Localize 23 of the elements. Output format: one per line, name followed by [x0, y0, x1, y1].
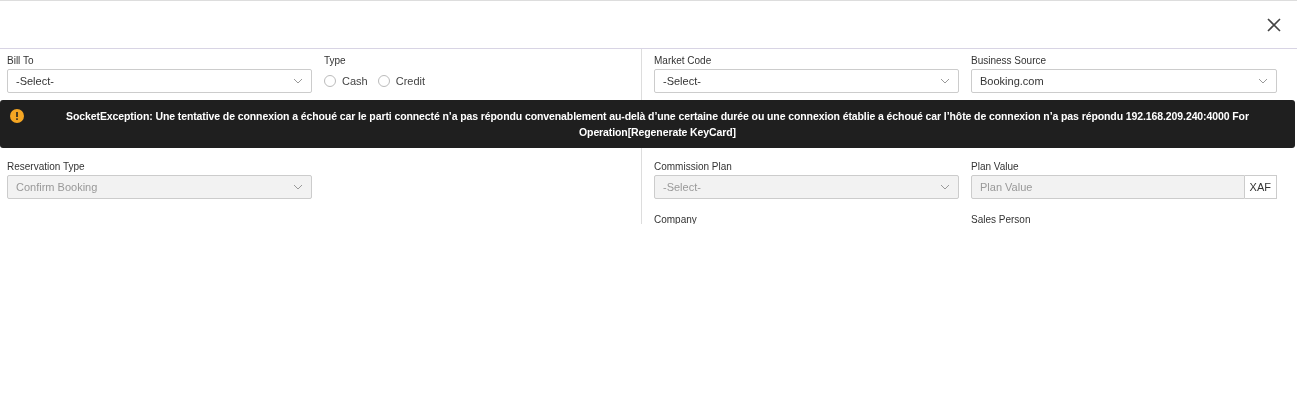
warning-icon — [10, 109, 24, 123]
currency-addon: XAF — [1244, 175, 1277, 199]
field-label: Company — [654, 213, 697, 224]
field-label: Reservation Type — [7, 160, 85, 172]
chevron-down-icon — [293, 78, 303, 84]
field-label: Business Source — [971, 54, 1047, 66]
select-field[interactable]: -Select- — [7, 69, 312, 93]
field-label: Market Code — [654, 54, 712, 66]
radio-option[interactable]: Cash — [324, 75, 368, 87]
field-label: Commission Plan — [654, 160, 732, 172]
chevron-down-icon — [940, 184, 950, 190]
chevron-down-icon — [1258, 78, 1268, 84]
radio-option[interactable]: Credit — [377, 75, 426, 87]
field-label: Type — [324, 54, 346, 66]
field-label: Plan Value — [971, 160, 1019, 172]
select-field[interactable]: -Select- — [654, 69, 959, 93]
field-label: Sales Person — [971, 213, 1031, 224]
field-label: Bill To — [7, 54, 34, 66]
chevron-down-icon — [940, 78, 950, 84]
select-field[interactable]: Booking.com — [971, 69, 1277, 93]
close-icon[interactable] — [1267, 17, 1281, 32]
chevron-down-icon — [293, 184, 303, 190]
error-message: SocketException: Une tentative de connexion a échoué car le parti connecté n’a pas répondu convenablement au-delà d’une certaine durée ou une connexion établie a échoué car l’hôte de connexion n’a pas répondu 192.168.209.240:4000 For Operation[Regenerate KeyCard] — [65, 109, 1250, 140]
